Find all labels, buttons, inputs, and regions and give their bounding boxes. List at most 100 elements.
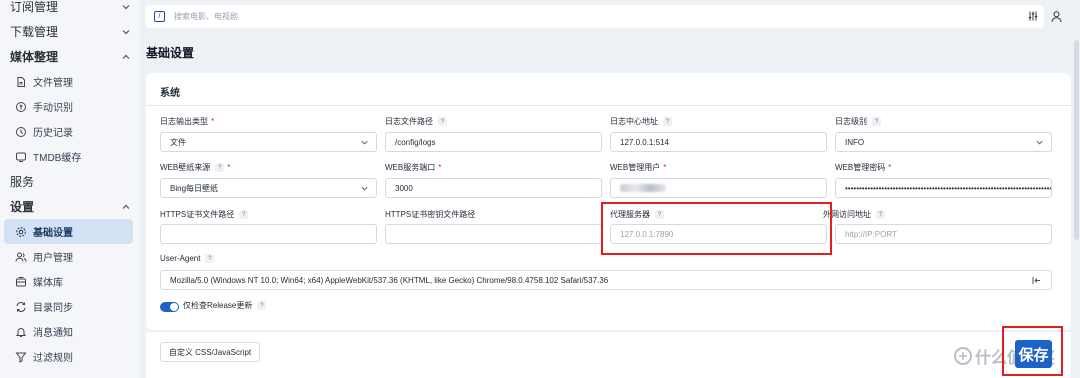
sidebar-item-label: 手动识别 — [33, 103, 73, 114]
file-icon — [17, 76, 25, 87]
log-level-label: 日志级别? — [835, 116, 881, 127]
label-text: 日志文件路径 — [385, 117, 433, 126]
label-text: User-Agent — [160, 254, 201, 263]
help-icon[interactable]: ? — [257, 301, 267, 310]
help-icon[interactable]: ? — [239, 210, 249, 219]
external-url-input[interactable]: http://IP:PORT — [835, 224, 1052, 244]
external-url-label: 外网访问地址? — [823, 209, 885, 220]
recognize-icon — [16, 101, 26, 112]
help-icon[interactable]: ? — [876, 210, 885, 219]
chevron-down-icon — [1036, 140, 1043, 145]
custom-css-button[interactable]: 自定义 CSS/JavaScript — [160, 342, 260, 362]
sidebar-item-file-manager[interactable]: 文件管理 — [0, 69, 133, 94]
chevron-down-icon — [361, 186, 368, 191]
select-value: 文件 — [170, 137, 186, 147]
log-path-input[interactable]: /config/logs — [385, 132, 602, 152]
wallpaper-select[interactable]: Bing每日壁纸 — [160, 178, 377, 198]
proxy-input[interactable]: 127.0.0.1:7890 — [610, 224, 827, 244]
sidebar-item-basic-settings[interactable]: 基础设置 — [4, 219, 133, 244]
sidebar-item-media-library[interactable]: 媒体库 — [0, 269, 133, 294]
input-placeholder: http://IP:PORT — [845, 229, 897, 239]
nav-group-label: 下载管理 — [10, 25, 59, 39]
input-value: Mozilla/5.0 (Windows NT 10.0; Win64; x64… — [170, 275, 609, 285]
log-center-input[interactable]: 127.0.0.1:514 — [610, 132, 827, 152]
label-text: 日志中心地址 — [610, 117, 658, 126]
nav-group-label: 订阅管理 — [10, 0, 59, 14]
log-type-select[interactable]: 文件 — [160, 132, 377, 152]
sidebar-item-label: 文件管理 — [33, 78, 73, 89]
sidebar-item-history[interactable]: 历史记录 — [0, 119, 133, 144]
help-icon[interactable]: ? — [663, 117, 672, 126]
label-text: WEB管理用户 — [610, 163, 661, 172]
password-mask: ••••••••••••••••••••••••••••••••••••••••… — [845, 183, 1052, 193]
nav-group-downloads[interactable]: 下载管理 — [0, 19, 140, 44]
user-agent-label: User-Agent? — [160, 254, 215, 263]
sidebar-item-tmdb-cache[interactable]: TMDB缓存 — [0, 144, 133, 169]
nav-group-settings[interactable]: 设置 — [0, 194, 140, 219]
filter-icon — [15, 352, 27, 363]
nav-group-label: 媒体整理 — [10, 50, 59, 64]
https-key-input[interactable] — [385, 224, 602, 244]
library-icon — [16, 276, 26, 286]
gear-icon — [16, 226, 26, 237]
sidebar-item-label: 目录同步 — [33, 303, 73, 314]
help-icon[interactable]: ? — [438, 117, 447, 126]
chevron-down-icon — [122, 4, 130, 9]
system-settings-card: 系统 日志输出类型 * 日志文件路径? 日志中心地址? 日志级别? 文件 /con… — [146, 73, 1071, 330]
web-password-label: WEB管理密码 * — [835, 162, 891, 173]
required-mark: * — [211, 117, 215, 126]
input-value: 3000 — [395, 183, 413, 193]
sidebar-item-label: 用户管理 — [33, 253, 73, 264]
sidebar: 订阅管理 下载管理 媒体整理 文件管理 手动识别 历史记录 TMDB缓存 服务 … — [0, 0, 140, 378]
chevron-up-icon — [122, 204, 130, 209]
page-title: 基础设置 — [146, 46, 195, 60]
label-text: WEB管理密码 — [835, 163, 886, 172]
scrollbar[interactable] — [1074, 40, 1079, 240]
release-only-toggle[interactable] — [160, 302, 179, 312]
user-icon[interactable] — [1050, 10, 1063, 23]
help-icon[interactable]: ? — [215, 163, 225, 172]
log-level-select[interactable]: INFO — [835, 132, 1052, 152]
web-password-input[interactable]: ••••••••••••••••••••••••••••••••••••••••… — [835, 178, 1052, 198]
blurred-username — [620, 184, 666, 192]
search-input[interactable]: 搜索电影、电视剧 — [174, 11, 238, 22]
sidebar-item-notifications[interactable]: 消息通知 — [0, 319, 133, 344]
nav-group-label: 服务 — [10, 175, 35, 189]
sidebar-item-manual-recognize[interactable]: 手动识别 — [0, 94, 133, 119]
select-value: Bing每日壁纸 — [170, 183, 219, 193]
sliders-icon[interactable] — [1027, 10, 1039, 22]
chevron-up-icon — [122, 54, 130, 59]
label-text: 日志级别 — [835, 117, 867, 126]
nav-group-subscriptions[interactable]: 订阅管理 — [0, 0, 140, 19]
proxy-label: 代理服务器? — [610, 209, 664, 220]
wallpaper-label: WEB壁纸来源? * — [160, 162, 230, 173]
reset-icon[interactable] — [1031, 275, 1042, 286]
section-title: 系统 — [160, 88, 180, 99]
bell-icon — [15, 327, 27, 337]
web-port-input[interactable]: 3000 — [385, 178, 602, 198]
help-icon[interactable]: ? — [205, 254, 215, 263]
help-icon[interactable]: ? — [872, 117, 881, 126]
sidebar-item-filter-rules[interactable]: 过滤规则 — [0, 344, 133, 369]
sidebar-item-directory-sync[interactable]: 目录同步 — [0, 294, 133, 319]
sidebar-item-label: 历史记录 — [33, 128, 73, 139]
sidebar-item-user-management[interactable]: 用户管理 — [0, 244, 133, 269]
required-mark: * — [438, 163, 442, 172]
nav-group-services[interactable]: 服务 — [0, 169, 140, 194]
help-icon[interactable]: ? — [655, 210, 664, 219]
divider — [146, 105, 1071, 106]
log-center-label: 日志中心地址? — [610, 116, 672, 127]
search-bar[interactable]: / 搜索电影、电视剧 — [145, 5, 1044, 28]
input-value: 127.0.0.1:514 — [620, 137, 669, 147]
select-value: INFO — [845, 137, 865, 147]
nav-group-media[interactable]: 媒体整理 — [0, 44, 140, 69]
user-agent-input[interactable]: Mozilla/5.0 (Windows NT 10.0; Win64; x64… — [160, 270, 1052, 290]
required-mark: * — [227, 163, 231, 172]
watermark-logo-icon — [954, 347, 972, 365]
sidebar-item-label: 消息通知 — [33, 328, 73, 339]
https-key-label: HTTPS证书密钥文件路径 — [385, 209, 475, 220]
save-button[interactable]: 保存 — [1015, 340, 1052, 368]
https-cert-input[interactable] — [160, 224, 377, 244]
label-text: WEB服务端口 — [385, 163, 436, 172]
web-user-input[interactable] — [610, 178, 827, 198]
